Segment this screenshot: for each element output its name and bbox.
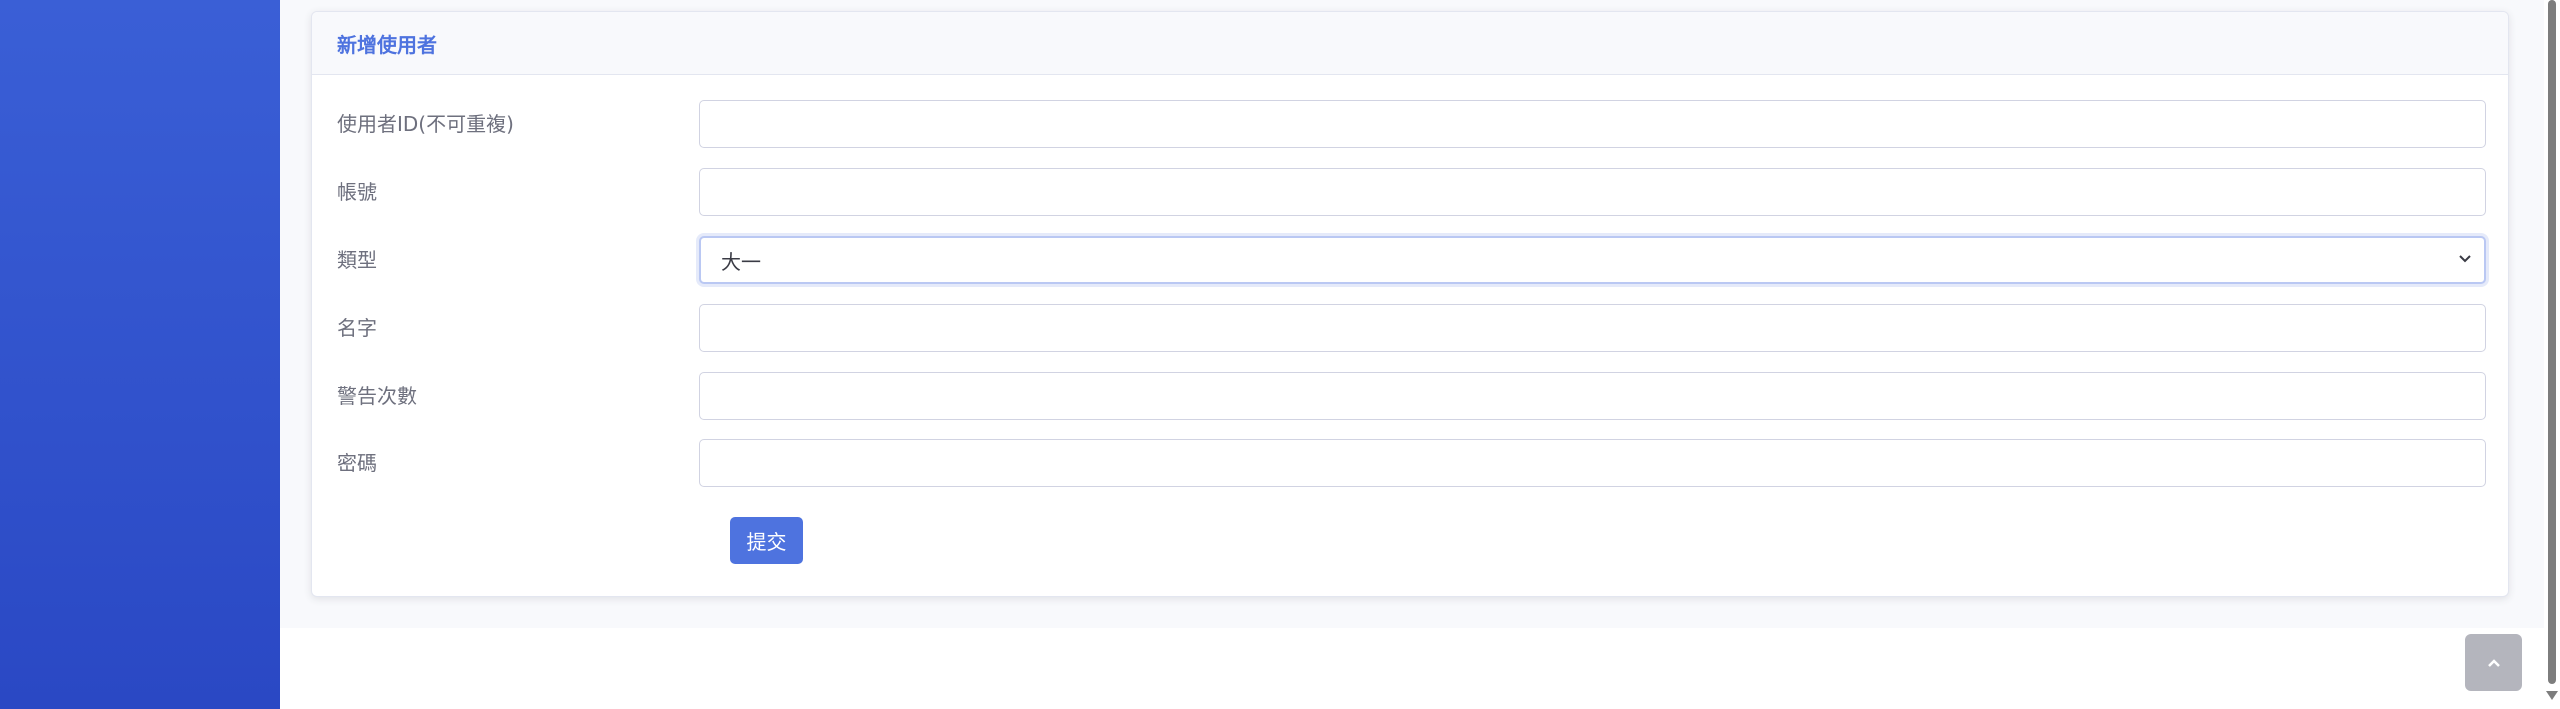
form-row-user-id: 使用者ID(不可重複) (312, 100, 2508, 148)
form-row-warning-count: 警告次數 (312, 372, 2508, 420)
add-user-card: 新增使用者 使用者ID(不可重複) 帳號 類型 大一 名字 警告次數 密碼 提交 (311, 11, 2509, 597)
name-label: 名字 (337, 316, 377, 340)
scroll-to-top-button[interactable] (2465, 634, 2522, 691)
account-label: 帳號 (337, 180, 377, 204)
chevron-down-icon (2458, 252, 2472, 268)
submit-button[interactable]: 提交 (730, 517, 803, 564)
account-input[interactable] (699, 168, 2486, 216)
form-row-account: 帳號 (312, 168, 2508, 216)
type-select[interactable]: 大一 (699, 236, 2486, 284)
form-row-type: 類型 大一 (312, 236, 2508, 284)
warning-count-input[interactable] (699, 372, 2486, 420)
type-select-value: 大一 (721, 249, 761, 274)
password-input[interactable] (699, 439, 2486, 487)
name-input[interactable] (699, 304, 2486, 352)
scrollbar-thumb[interactable] (2548, 0, 2556, 684)
user-id-input[interactable] (699, 100, 2486, 148)
card-title: 新增使用者 (337, 32, 437, 57)
type-label: 類型 (337, 248, 377, 272)
form-row-password: 密碼 (312, 439, 2508, 487)
password-label: 密碼 (337, 451, 377, 475)
scrollbar-down-arrow-icon[interactable] (2546, 691, 2558, 700)
user-id-label: 使用者ID(不可重複) (337, 112, 514, 136)
form-row-name: 名字 (312, 304, 2508, 352)
warning-count-label: 警告次數 (337, 384, 417, 408)
sidebar (0, 0, 280, 709)
chevron-up-icon (2486, 650, 2502, 675)
main-content: 新增使用者 使用者ID(不可重複) 帳號 類型 大一 名字 警告次數 密碼 提交 (280, 0, 2544, 628)
page-scrollbar[interactable] (2544, 0, 2560, 709)
card-header: 新增使用者 (312, 12, 2508, 75)
